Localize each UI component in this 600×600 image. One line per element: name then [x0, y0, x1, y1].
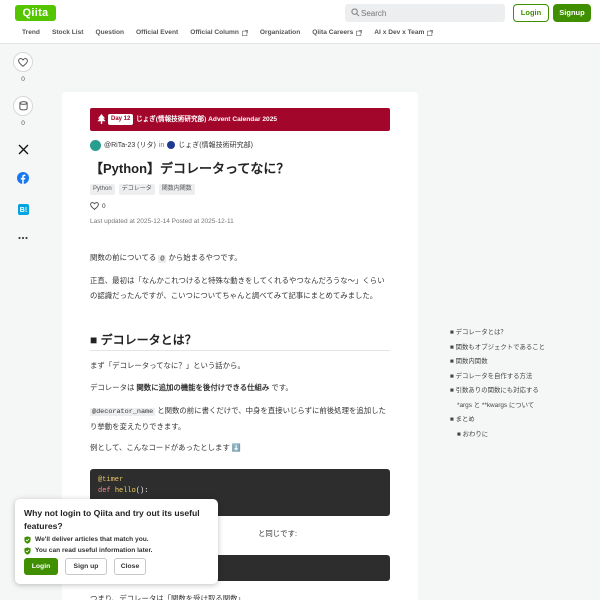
site-header: Qiita Login Signup Trend Stock List Ques…	[0, 0, 600, 44]
check-shield-icon	[24, 535, 31, 544]
intro-text-end: から始まるやつです。	[166, 253, 242, 262]
p2-text-end: です。	[269, 383, 293, 392]
paragraph-3: @decorator_name と関数の前に書くだけで、中身を直接いじらずに前後…	[90, 404, 390, 434]
toc-item[interactable]: ■ まとめ	[450, 413, 590, 428]
toc-item[interactable]: ■ おわりに	[450, 428, 590, 443]
heart-icon	[90, 202, 99, 210]
stock-action: 0	[12, 96, 34, 127]
tree-icon	[97, 114, 106, 124]
benefit-text: You can read useful information later.	[35, 547, 153, 554]
nav-ai-dev-team[interactable]: AI x Dev x Team	[374, 26, 434, 40]
inline-like[interactable]: 0	[90, 202, 106, 210]
signup-button[interactable]: Signup	[553, 4, 591, 22]
nav-official-column[interactable]: Official Column	[190, 26, 248, 40]
code-decorator: @timer	[98, 476, 124, 484]
tag-inner-function[interactable]: 関数内関数	[158, 184, 195, 195]
inline-code: @decorator_name	[90, 408, 156, 416]
article-dates: Last updated at 2025-12-14 Posted at 202…	[90, 218, 234, 225]
p2-text: デコレータは	[90, 383, 137, 392]
intro-text: 関数の前についてる	[90, 253, 159, 262]
nav-qiita-careers-label: Qiita Careers	[312, 29, 354, 36]
author-name[interactable]: @RiTa-23 (リタ)	[104, 140, 156, 150]
tag-decorator[interactable]: デコレータ	[118, 184, 155, 195]
popup-signup-button[interactable]: Sign up	[65, 558, 107, 575]
nav-official-event[interactable]: Official Event	[136, 26, 178, 40]
search-icon	[351, 8, 360, 17]
benefit-text: We'll deliver articles that match you.	[35, 536, 149, 543]
nav-ai-dev-team-label: AI x Dev x Team	[374, 29, 425, 36]
p2-bold: 関数に追加の機能を後付けできる仕組み	[136, 383, 270, 392]
more-icon	[18, 236, 28, 240]
share-hatena[interactable]: B!	[12, 202, 34, 216]
organization-name[interactable]: じょぎ(情報技術研究部)	[178, 140, 253, 150]
check-shield-icon	[24, 546, 31, 555]
code-rest: ():	[135, 487, 149, 495]
heading-divider	[90, 350, 390, 351]
search-input[interactable]	[361, 4, 501, 22]
heart-icon	[18, 57, 28, 67]
tag-list: Python デコレータ 関数内関数	[90, 184, 195, 195]
author-meta: @RiTa-23 (リタ) in じょぎ(情報技術研究部)	[90, 139, 253, 151]
external-link-icon	[241, 30, 248, 36]
code-keyword: def	[98, 487, 111, 495]
section-heading: ■ デコレータとは？	[90, 333, 197, 347]
toc-item[interactable]: ■ 引数ありの関数にも対応する	[450, 384, 590, 399]
share-x[interactable]	[12, 142, 34, 156]
code-function-name: hello	[114, 487, 136, 495]
nav-organization[interactable]: Organization	[260, 26, 300, 40]
qiita-logo[interactable]: Qiita	[15, 5, 56, 21]
tag-python[interactable]: Python	[90, 184, 115, 195]
popup-buttons: Login Sign up Close	[24, 558, 146, 575]
like-action: 0	[12, 52, 34, 83]
toc-item[interactable]: ■ デコレータを自作する方法	[450, 370, 590, 385]
inline-like-count: 0	[102, 202, 106, 210]
author-avatar[interactable]	[90, 139, 101, 151]
nav-qiita-careers[interactable]: Qiita Careers	[312, 26, 363, 40]
global-nav: Trend Stock List Question Official Event…	[22, 26, 434, 40]
stock-count: 0	[21, 120, 25, 127]
facebook-icon	[17, 172, 29, 184]
paragraph-6: つまり、デコレータは「関数を受け取る関数」	[90, 594, 245, 600]
paragraph-5: と同じです:	[258, 529, 298, 538]
nav-official-column-label: Official Column	[190, 29, 239, 36]
toc-item[interactable]: ■ 関数内関数	[450, 355, 590, 370]
paragraph-4: 例として、こんなコードがあったとします ⬇️	[90, 443, 242, 452]
login-button[interactable]: Login	[513, 4, 549, 22]
intro-paragraph-1: 関数の前についてる @ から始まるやつです。	[90, 251, 390, 267]
popup-benefit: We'll deliver articles that match you.	[24, 534, 209, 545]
login-prompt-popup: Why not login to Qiita and try out its u…	[15, 499, 218, 584]
popup-login-button[interactable]: Login	[24, 558, 58, 575]
toc-item[interactable]: ■ 関数もオブジェクトであること	[450, 341, 590, 356]
calendar-title: じょぎ(情報技術研究部) Advent Calendar 2025	[136, 116, 278, 123]
article-title: 【Python】デコレータってなに？	[90, 161, 290, 176]
popup-close-button[interactable]: Close	[114, 558, 146, 575]
paragraph-1: まず「デコレータってなに？」という話から。	[90, 361, 245, 370]
like-count: 0	[21, 76, 25, 83]
nav-stock-list[interactable]: Stock List	[52, 26, 84, 40]
external-link-icon	[356, 30, 363, 36]
nav-trend[interactable]: Trend	[22, 26, 40, 40]
in-label: in	[158, 141, 165, 149]
like-button[interactable]	[13, 52, 33, 72]
organization-avatar[interactable]	[167, 141, 176, 149]
search-box[interactable]	[345, 4, 505, 22]
intro-paragraph-2: 正直、最初は「なんかこれつけると特殊な動きをしてくれるやつなんだろうな〜」くらい…	[90, 276, 385, 300]
toc-item[interactable]: *args と **kwargs について	[450, 399, 590, 414]
x-icon	[18, 144, 28, 154]
svg-text:B!: B!	[19, 207, 26, 214]
stock-button[interactable]	[13, 96, 33, 116]
toc-item[interactable]: ■ デコレータとは？	[450, 326, 590, 341]
stock-icon	[18, 101, 28, 111]
share-facebook[interactable]	[12, 171, 34, 185]
table-of-contents: ■ デコレータとは？ ■ 関数もオブジェクトであること ■ 関数内関数 ■ デコ…	[450, 326, 590, 442]
hatena-icon: B!	[17, 203, 29, 215]
advent-calendar-banner[interactable]: Day 12 じょぎ(情報技術研究部) Advent Calendar 2025	[90, 108, 390, 131]
popup-benefit: You can read useful information later.	[24, 545, 209, 556]
more-actions[interactable]	[12, 231, 34, 245]
day-badge: Day 12	[108, 114, 134, 125]
paragraph-2: デコレータは 関数に追加の機能を後付けできる仕組み です。	[90, 381, 390, 396]
external-link-icon	[427, 30, 434, 36]
popup-title: Why not login to Qiita and try out its u…	[24, 508, 200, 531]
nav-question[interactable]: Question	[95, 26, 124, 40]
